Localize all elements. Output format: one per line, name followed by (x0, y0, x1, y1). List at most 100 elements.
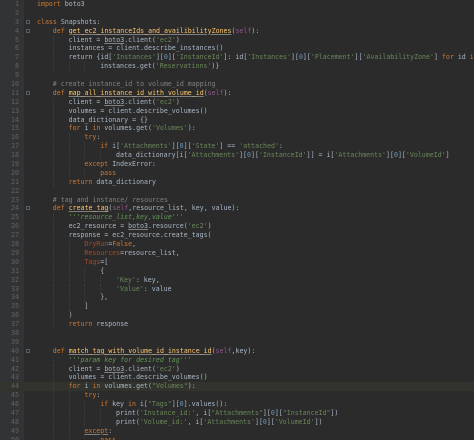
code-line[interactable]: 13 volumes = client.describe_volumes() (0, 106, 474, 116)
code-line[interactable]: 24 def create_tag(self,resource_list, key… (0, 204, 474, 213)
code-token: Resources (84, 248, 121, 257)
code-token: '''param key for desired tag''' (68, 355, 192, 364)
code-line[interactable]: 34}, (0, 293, 474, 303)
code-token: 'Instance_id:' (139, 408, 196, 417)
code-line[interactable]: 4 def get_ec2_instanceIds_and_availibilit… (0, 27, 474, 36)
code-line[interactable]: 2 (0, 9, 474, 18)
code-text: if key in i["Tags"][0].values(): (100, 400, 227, 409)
code-line[interactable]: 25 '''resource_list,key,value''' (0, 213, 474, 223)
code-token: ): (251, 26, 260, 35)
code-line[interactable]: 35] (0, 302, 474, 312)
code-line[interactable]: 33 'Value': value (0, 284, 474, 294)
code-line[interactable]: 23 # tag and instance/ resources (0, 196, 474, 205)
indent-guide (100, 417, 102, 427)
code-token: self (215, 346, 232, 355)
code-line[interactable]: 9 (0, 71, 474, 80)
code-text: pass (100, 436, 116, 440)
code-line[interactable]: 8 instances.get('Reservations')} (0, 62, 474, 72)
code-line[interactable]: 14 data_dictionary = {} (0, 115, 474, 125)
code-line[interactable]: 47 print('Instance_id:', i["Attachments"]… (0, 408, 474, 418)
code-text: 'Key': key, (116, 276, 160, 285)
line-number: 11 (11, 88, 19, 97)
fold-toggle-icon[interactable] (26, 206, 30, 211)
indent-guide (68, 391, 70, 401)
code-token: 'VolumeId' (274, 417, 315, 426)
code-line[interactable]: 18 data_dictionary[i['Attachments'][0]['I… (0, 151, 474, 161)
code-line[interactable]: 11 def map_all_instance_id_with_volume_id… (0, 89, 474, 98)
code-line[interactable]: 12 client = boto3.client('ec2') (0, 97, 474, 107)
code-line[interactable]: 20 pass (0, 168, 474, 178)
fold-toggle-icon[interactable] (26, 28, 30, 33)
code-editor[interactable]: 1 import boto3 2 3 class Snapshots: 4 def get_… (0, 0, 474, 440)
code-line[interactable]: 3 class Snapshots: (0, 18, 474, 27)
code-line[interactable]: 49 except: (0, 426, 474, 436)
code-token: # create instance_id to volume_id mappin… (52, 80, 216, 89)
code-text: return response (69, 320, 129, 329)
code-token: : (108, 426, 113, 435)
code-token: Snapshots: (56, 17, 101, 26)
indent-guide (68, 417, 70, 427)
code-line[interactable]: 26 ec2_resource = boto3.resource('ec2') (0, 222, 474, 232)
code-line[interactable]: 7 return {id['Instances'][0]['InstanceId'… (0, 53, 474, 63)
fold-toggle-icon[interactable] (26, 348, 30, 353)
code-area[interactable]: 1 import boto3 2 3 class Snapshots: 4 def get_… (0, 0, 474, 440)
code-token: key (108, 400, 128, 409)
code-line[interactable]: 38 (0, 329, 474, 338)
code-line[interactable]: 10 # create instance_id to volume_id mapp… (0, 80, 474, 89)
code-line[interactable]: 45 try: (0, 391, 474, 401)
code-line[interactable]: 6 instances = client.describe_instances() (0, 44, 474, 54)
code-line[interactable]: 17 if i['Attachments'][0]['State'] == 'at… (0, 142, 474, 152)
code-text: ) (69, 311, 73, 320)
code-text: except: (84, 427, 112, 436)
line-number: 48 (11, 417, 19, 426)
code-line[interactable]: 44 for i in volumes.get("Volumes"): (0, 382, 474, 392)
code-token: ) (207, 222, 212, 231)
indent-guide (68, 400, 70, 409)
code-line[interactable]: 39 (0, 338, 474, 347)
code-line[interactable]: 31 { (0, 266, 474, 276)
code-token: for (68, 124, 81, 133)
line-number: 1 (15, 0, 19, 8)
indent-guide (68, 275, 70, 285)
fold-toggle-icon[interactable] (26, 19, 30, 24)
indent-guide (84, 142, 86, 152)
code-token: ][ (397, 151, 406, 160)
code-line[interactable]: 1 import boto3 (0, 0, 474, 9)
code-line[interactable]: 16 try: (0, 133, 474, 143)
line-number: 34 (11, 293, 19, 302)
code-text: try: (84, 391, 100, 400)
code-token: ,resource_list, key, value): (128, 204, 240, 213)
code-token: 'Placement' (310, 53, 355, 62)
code-line[interactable]: 46 if key in i["Tags"][0].values(): (0, 400, 474, 409)
code-line[interactable]: 29 Resources=resource_list, (0, 248, 474, 258)
code-line[interactable]: 50 pass (0, 435, 474, 440)
code-line[interactable]: 30 Tags=[ (0, 257, 474, 267)
indent-guide (68, 435, 70, 440)
code-token: : value (143, 284, 172, 293)
code-line[interactable]: 32 'Key': key, (0, 275, 474, 285)
code-line[interactable]: 37 return response (0, 320, 474, 329)
code-line[interactable]: 36) (0, 311, 474, 321)
indent-guide (52, 408, 54, 418)
code-line[interactable]: 15 for i in volumes.get('Volumes'): (0, 124, 474, 134)
code-line[interactable]: 48 print('Volume_id:', i['Attachments'][0… (0, 417, 474, 427)
code-line[interactable]: 22 (0, 187, 474, 196)
code-token: , (132, 240, 137, 249)
code-line[interactable]: 40 def match_tag_with_volume_id_instance_… (0, 347, 474, 356)
indent-guide (100, 408, 102, 418)
code-line[interactable]: 21 return data_dictionary (0, 177, 474, 187)
code-line[interactable]: 27 response = ec2_resource.create_tags( (0, 231, 474, 241)
fold-toggle-icon[interactable] (26, 90, 30, 95)
code-token: ]) (330, 408, 339, 417)
code-line[interactable]: 19 except IndexError: (0, 160, 474, 169)
code-token: False (112, 240, 133, 249)
code-line[interactable]: 42 client = boto3.client('ec2') (0, 364, 474, 374)
code-token: , i[ (195, 408, 212, 417)
code-token: boto3 (104, 35, 125, 44)
code-line[interactable]: 41 '''param key for desired tag''' (0, 355, 474, 365)
code-line[interactable]: 28 DryRun=False, (0, 240, 474, 249)
code-line[interactable]: 43 volumes = client.describe_volumes() (0, 373, 474, 383)
line-number: 44 (11, 382, 19, 391)
code-line[interactable]: 5 client = boto3.client('ec2') (0, 35, 474, 45)
indent-guide (52, 373, 54, 383)
